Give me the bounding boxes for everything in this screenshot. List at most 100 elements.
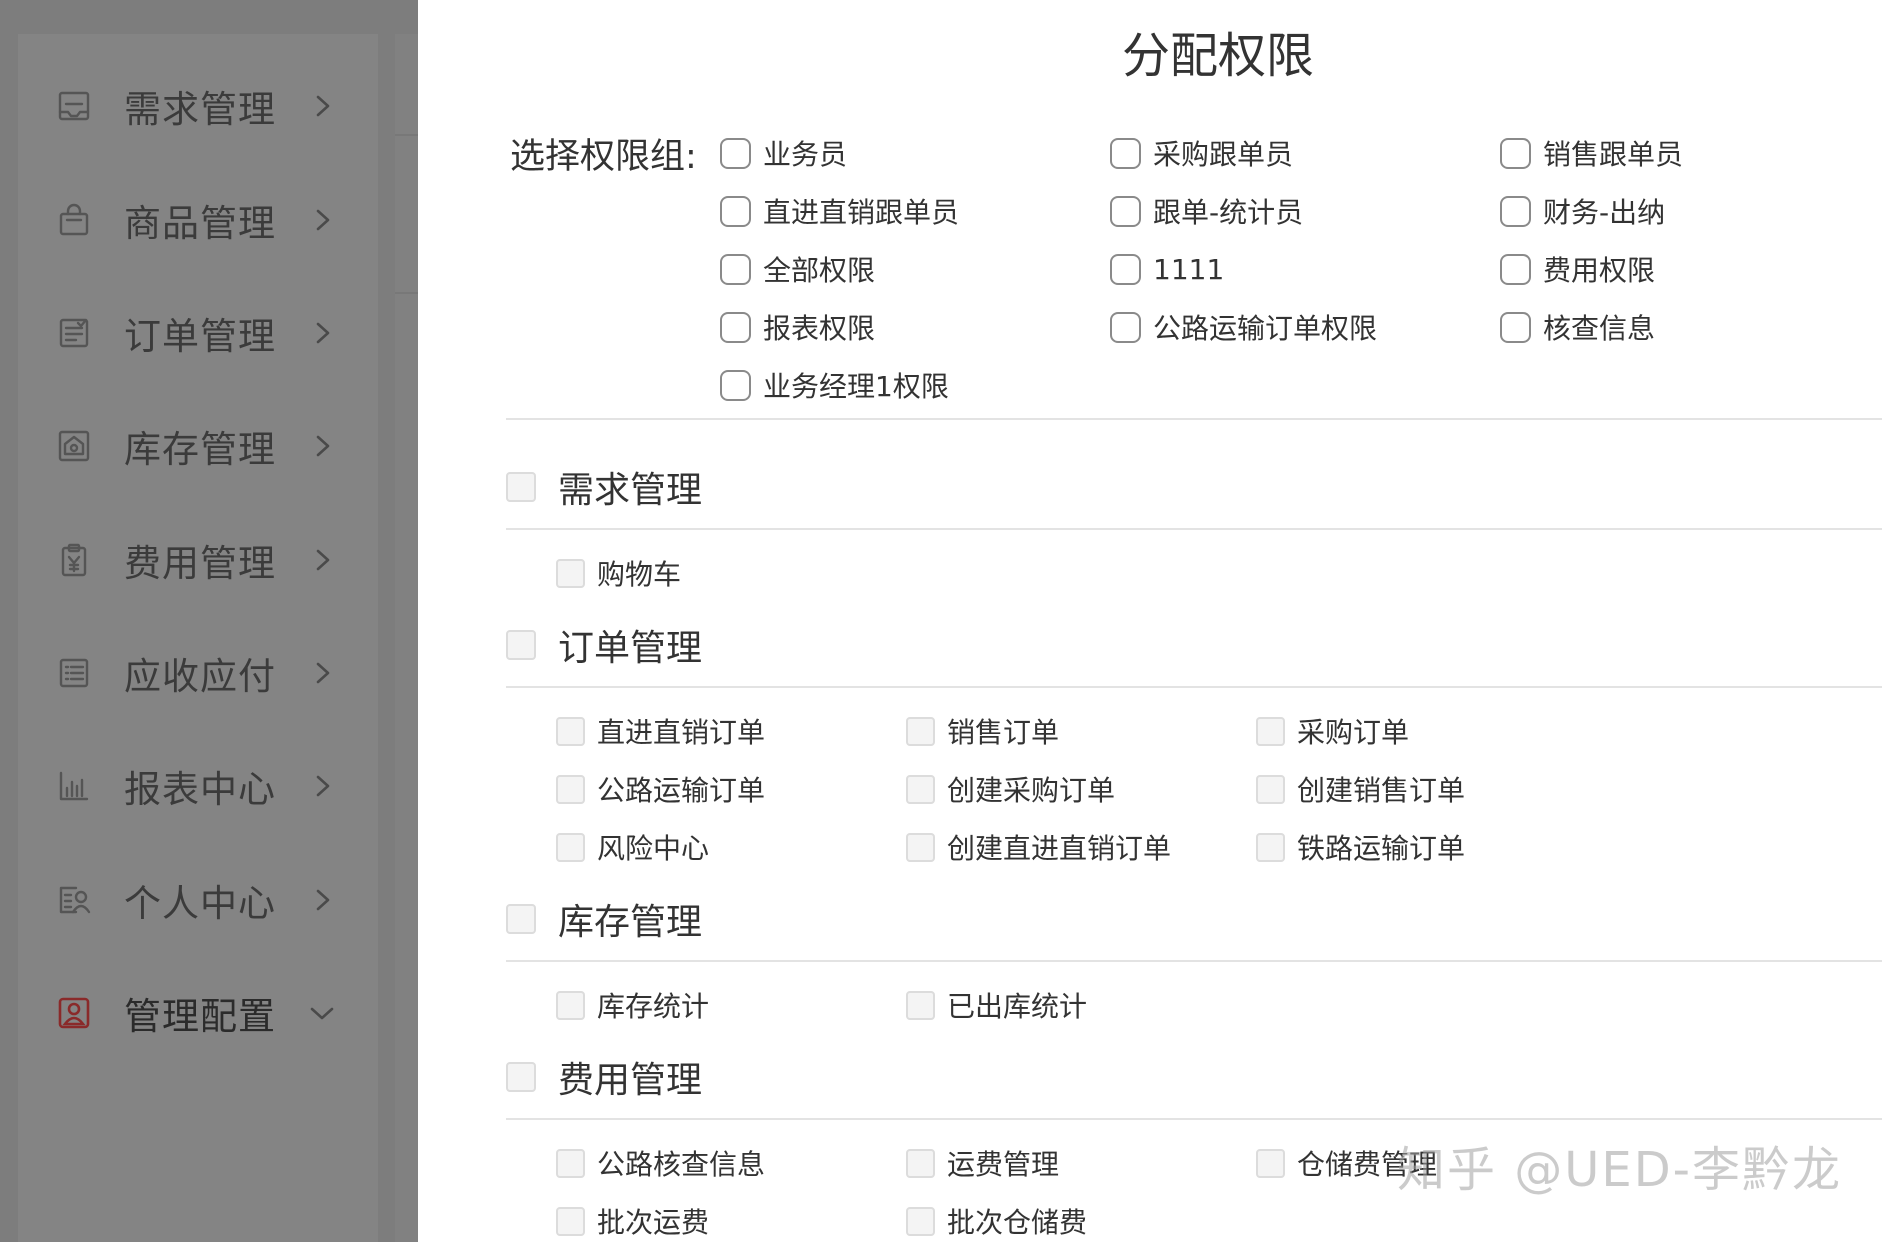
chevron-right-icon[interactable] (306, 657, 338, 689)
permission-checkbox[interactable] (556, 558, 585, 588)
sidebar-item[interactable]: 需求管理 (56, 76, 346, 136)
group-option-label: 采购跟单员 (1153, 138, 1294, 171)
permission-group-option[interactable]: 采购跟单员 (1110, 130, 1500, 176)
permission-item[interactable]: 销售订单 (906, 708, 1256, 754)
section-checkbox[interactable] (506, 1062, 536, 1092)
sidebar-item[interactable]: 库存管理 (56, 416, 346, 476)
permission-group-option[interactable]: 跟单-统计员 (1110, 188, 1500, 234)
group-checkbox[interactable] (1110, 195, 1141, 227)
chevron-right-icon[interactable] (306, 430, 338, 462)
group-checkbox[interactable] (720, 311, 751, 343)
permission-label: 创建采购订单 (947, 774, 1116, 807)
permission-checkbox[interactable] (1256, 774, 1285, 804)
permission-group-option[interactable]: 业务员 (720, 130, 1110, 176)
permission-item[interactable]: 创建直进直销订单 (906, 824, 1256, 870)
sidebar-item-label: 库存管理 (124, 428, 276, 471)
sidebar-item[interactable]: 个人中心 (56, 870, 346, 930)
chevron-right-icon[interactable] (306, 317, 338, 349)
permission-group-option[interactable]: 1111 (1110, 246, 1500, 292)
permission-group-option[interactable]: 公路运输订单权限 (1110, 304, 1500, 350)
chevron-down-icon[interactable] (306, 997, 338, 1029)
permission-item[interactable]: 批次运费 (556, 1198, 906, 1242)
permission-item[interactable]: 公路核查信息 (556, 1140, 906, 1186)
group-checkbox[interactable] (1110, 311, 1141, 343)
section-checkbox[interactable] (506, 630, 536, 660)
drawer-title: 分配权限 (1122, 28, 1315, 84)
chevron-right-icon[interactable] (306, 770, 338, 802)
permission-checkbox[interactable] (906, 990, 935, 1020)
permission-group-option[interactable]: 销售跟单员 (1500, 130, 1880, 176)
permission-item[interactable]: 直进直销订单 (556, 708, 906, 754)
permission-label: 公路运输订单 (597, 774, 766, 807)
group-checkbox[interactable] (1500, 195, 1531, 227)
sidebar-item-label: 费用管理 (124, 542, 276, 585)
chevron-right-icon[interactable] (306, 544, 338, 576)
permission-group-option[interactable]: 报表权限 (720, 304, 1110, 350)
permission-checkbox[interactable] (906, 1206, 935, 1236)
permission-item[interactable]: 批次仓储费 (906, 1198, 1256, 1242)
permission-checkbox[interactable] (906, 716, 935, 746)
permission-checkbox[interactable] (556, 832, 585, 862)
sidebar-item[interactable]: 费用管理 (56, 530, 346, 590)
divider (506, 686, 1882, 688)
permission-item[interactable]: 创建销售订单 (1256, 766, 1636, 812)
permission-item[interactable]: 购物车 (556, 550, 906, 596)
permission-group-option[interactable]: 财务-出纳 (1500, 188, 1880, 234)
chevron-right-icon[interactable] (306, 204, 338, 236)
permission-group-option[interactable]: 直进直销跟单员 (720, 188, 1110, 234)
sidebar-item[interactable]: 订单管理 (56, 303, 346, 363)
group-checkbox[interactable] (1110, 137, 1141, 169)
group-option-label: 核查信息 (1543, 312, 1656, 345)
group-checkbox[interactable] (1110, 253, 1141, 285)
sidebar-item[interactable]: 管理配置 (56, 983, 346, 1043)
permission-checkbox[interactable] (1256, 832, 1285, 862)
permission-item[interactable]: 已出库统计 (906, 982, 1256, 1028)
permission-item[interactable]: 采购订单 (1256, 708, 1636, 754)
sidebar-item-label: 需求管理 (124, 88, 276, 131)
permission-label: 铁路运输订单 (1297, 832, 1466, 865)
permission-item[interactable]: 风险中心 (556, 824, 906, 870)
permission-checkbox[interactable] (556, 774, 585, 804)
sidebar-item[interactable]: 应收应付 (56, 643, 346, 703)
permission-group-option[interactable]: 业务经理1权限 (720, 362, 1110, 408)
section-orders[interactable]: 订单管理 (506, 620, 702, 670)
group-checkbox[interactable] (1500, 311, 1531, 343)
group-checkbox[interactable] (720, 137, 751, 169)
permission-checkbox[interactable] (906, 832, 935, 862)
permission-checkbox[interactable] (906, 1148, 935, 1178)
sidebar-item[interactable]: 报表中心 (56, 756, 346, 816)
divider (506, 1118, 1882, 1120)
permission-label: 批次仓储费 (947, 1206, 1088, 1239)
permission-group-option[interactable]: 核查信息 (1500, 304, 1880, 350)
permission-group-option[interactable]: 费用权限 (1500, 246, 1880, 292)
section-checkbox[interactable] (506, 472, 536, 502)
permission-checkbox[interactable] (556, 1206, 585, 1236)
permission-checkbox[interactable] (1256, 1148, 1285, 1178)
section-checkbox[interactable] (506, 904, 536, 934)
group-checkbox[interactable] (720, 195, 751, 227)
section-title: 需求管理 (558, 470, 703, 511)
permission-item[interactable]: 公路运输订单 (556, 766, 906, 812)
group-checkbox[interactable] (720, 253, 751, 285)
assign-permissions-drawer: 分配权限 选择权限组: 业务员 采购跟单员 销售跟单员 直进直销跟单员 跟单-统计员 财务… (418, 0, 1882, 1242)
chevron-right-icon[interactable] (306, 90, 338, 122)
permission-checkbox[interactable] (1256, 716, 1285, 746)
section-demand[interactable]: 需求管理 (506, 462, 702, 512)
group-checkbox[interactable] (720, 369, 751, 401)
group-option-label: 费用权限 (1543, 254, 1656, 287)
permission-checkbox[interactable] (556, 716, 585, 746)
permission-checkbox[interactable] (556, 990, 585, 1020)
chevron-right-icon[interactable] (306, 884, 338, 916)
permission-item[interactable]: 库存统计 (556, 982, 906, 1028)
section-expenses[interactable]: 费用管理 (506, 1052, 702, 1102)
permission-checkbox[interactable] (556, 1148, 585, 1178)
permission-group-option[interactable]: 全部权限 (720, 246, 1110, 292)
permission-checkbox[interactable] (906, 774, 935, 804)
permission-item[interactable]: 创建采购订单 (906, 766, 1256, 812)
group-checkbox[interactable] (1500, 137, 1531, 169)
sidebar-item[interactable]: 商品管理 (56, 190, 346, 250)
permission-item[interactable]: 铁路运输订单 (1256, 824, 1636, 870)
section-inventory[interactable]: 库存管理 (506, 894, 702, 944)
group-checkbox[interactable] (1500, 253, 1531, 285)
permission-item[interactable]: 运费管理 (906, 1140, 1256, 1186)
